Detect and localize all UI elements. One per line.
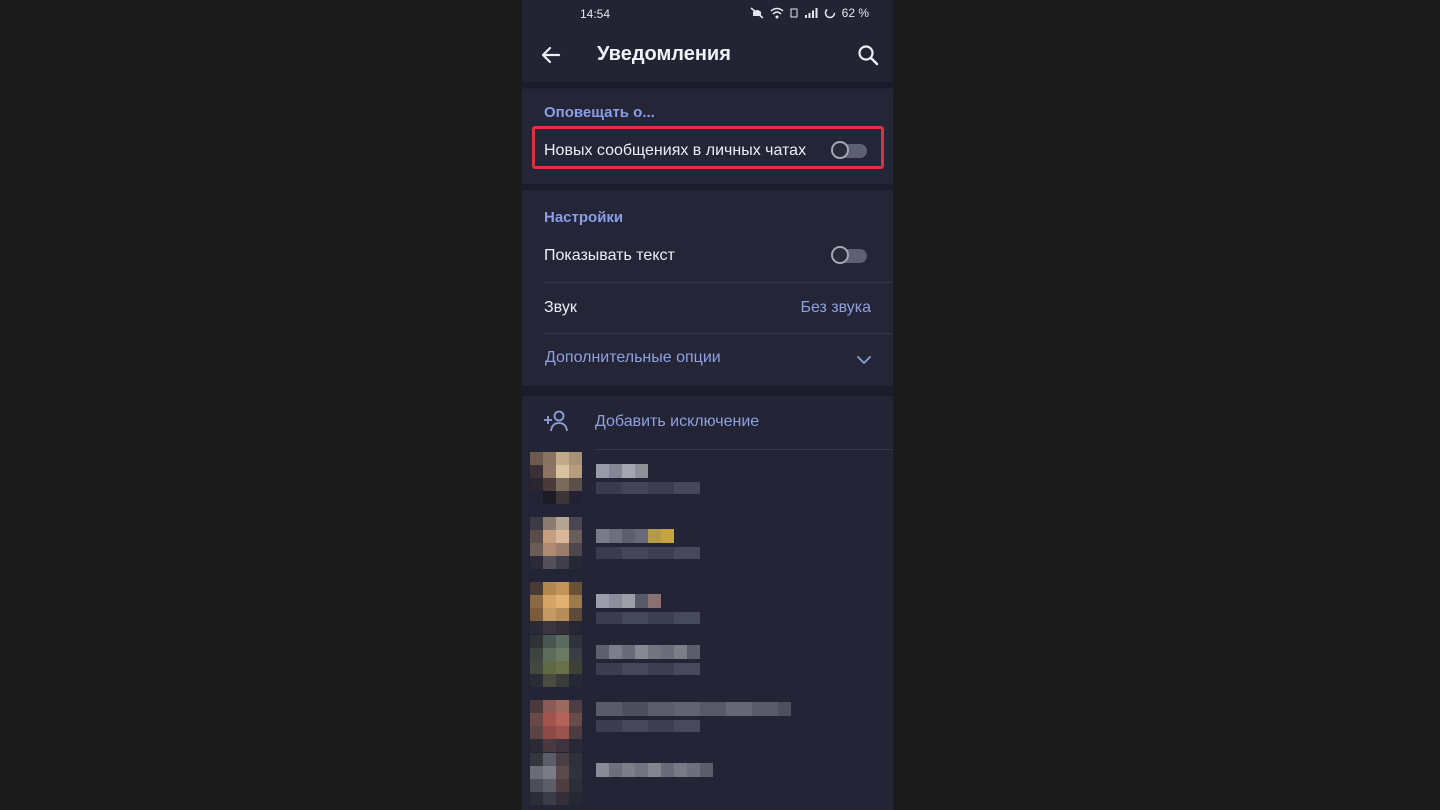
status-bar: 14:54 62 % [522,0,893,28]
contact-status-blurred [596,720,700,732]
row-separator [544,333,893,334]
contact-item[interactable] [522,582,893,642]
background-right [893,0,1440,810]
app-bar: Уведомления [522,28,893,82]
contact-status-blurred [596,612,700,624]
contact-status-blurred [596,482,700,494]
phone-screen: 14:54 62 % Уведомления Оповещать о... Но… [522,0,893,810]
private-messages-label: Новых сообщениях в личных чатах [544,142,807,159]
contact-status-blurred [596,547,700,559]
notify-section-heading: Оповещать о... [544,104,655,121]
contact-item[interactable] [522,753,893,810]
status-icons: 62 % [750,6,869,20]
avatar [530,517,582,569]
more-options-label[interactable]: Дополнительные опции [545,349,721,367]
silent-icon [750,7,764,19]
avatar [530,582,582,634]
toggle-knob [831,141,849,159]
row-separator [544,282,893,283]
back-arrow-icon[interactable] [538,42,564,68]
avatar [530,452,582,504]
private-messages-toggle[interactable] [831,141,867,159]
add-user-icon [544,410,568,432]
add-exception-label: Добавить исключение [595,413,760,430]
background-left [0,0,522,810]
status-time: 14:54 [580,7,611,21]
network-icon [790,8,798,18]
show-text-label[interactable]: Показывать текст [544,247,675,265]
contact-item[interactable] [522,635,893,695]
page-title: Уведомления [597,43,731,65]
settings-section: Настройки Показывать текст Звук Без звук… [522,190,893,386]
chevron-down-icon[interactable] [855,351,873,369]
avatar [530,753,582,805]
toggle-knob [831,246,849,264]
contact-name-blurred [596,594,661,608]
contact-item[interactable] [522,700,893,760]
avatar [530,700,582,752]
contact-name-blurred [596,702,791,716]
search-icon[interactable] [855,42,881,68]
contact-name-blurred [596,645,700,659]
add-exception-button[interactable]: Добавить исключение [522,396,893,448]
contact-name-blurred [596,464,648,478]
notify-section: Оповещать о... Новых сообщениях в личных… [522,90,893,184]
contact-name-blurred [596,763,713,777]
contact-name-blurred [596,529,674,543]
contact-status-blurred [596,663,700,675]
wifi-icon [770,7,784,19]
section-divider [522,386,893,396]
row-separator [596,449,893,450]
section-divider [522,82,893,88]
exceptions-section: Добавить исключение [522,396,893,810]
contact-item[interactable] [522,517,893,577]
settings-section-heading: Настройки [544,209,624,226]
avatar [530,635,582,687]
contact-item[interactable] [522,452,893,512]
battery-icon [824,7,835,19]
battery-percent: 62 % [841,6,869,20]
show-text-toggle[interactable] [831,246,867,264]
sound-label[interactable]: Звук [544,299,577,317]
sound-value[interactable]: Без звука [800,299,871,317]
signal-icon [804,8,818,18]
